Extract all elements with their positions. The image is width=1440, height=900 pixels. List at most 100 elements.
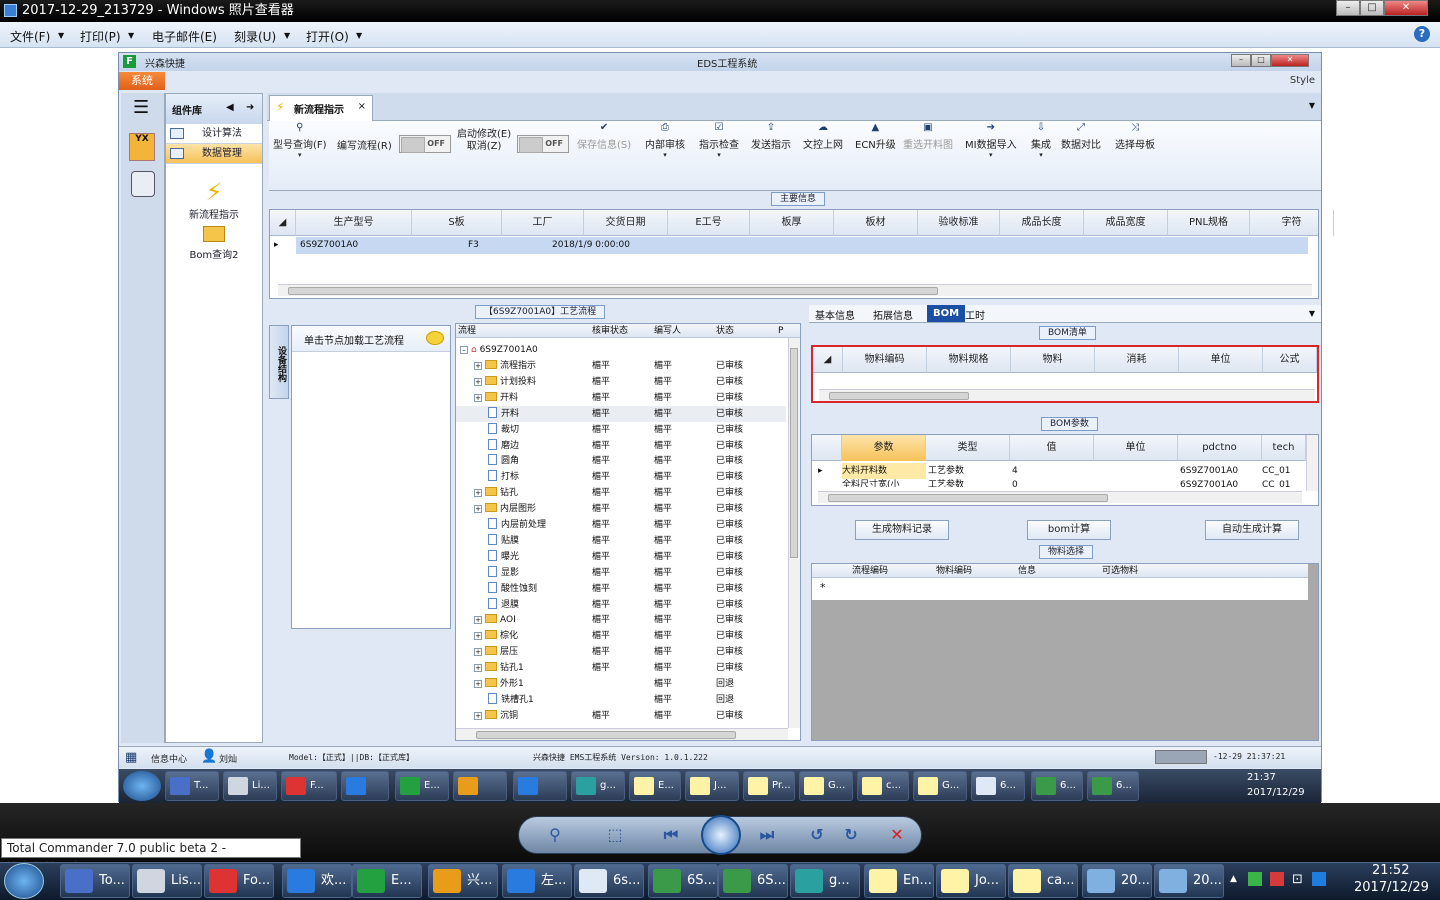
ecn-upgrade-button[interactable]: ▲ ECN升级 — [855, 123, 896, 152]
tree-row[interactable]: + 层压 楣平 楣平 已审核 — [456, 644, 786, 660]
expand-icon[interactable]: + — [474, 616, 482, 625]
tree-row[interactable]: + 流程指示 楣平 楣平 已审核 — [456, 358, 786, 374]
tree-row[interactable]: 退膜 楣平 楣平 已审核 — [456, 597, 786, 613]
type-cell[interactable]: 工艺参数 — [928, 463, 964, 479]
tree-row[interactable]: 铣槽孔1 楣平 回退 — [456, 692, 786, 708]
info-center[interactable]: 信息中心 — [151, 752, 187, 765]
col-length[interactable]: 成品长度 — [1000, 210, 1084, 236]
tree-row[interactable]: 打标 楣平 楣平 已审核 — [456, 469, 786, 485]
task-item[interactable]: 兴... — [428, 864, 498, 898]
task-item[interactable]: Jo... — [936, 864, 1006, 898]
style-menu[interactable]: Style — [1290, 75, 1315, 86]
tree-root[interactable]: – ⌂ 6S9Z7001A0 — [456, 342, 786, 358]
tech-cell[interactable]: CC_01 — [1262, 463, 1291, 479]
collapse-left-icon[interactable]: ◀ — [226, 102, 234, 113]
scroll-thumb[interactable] — [288, 287, 938, 295]
task-item[interactable]: E... — [352, 864, 422, 898]
chevron-down-icon[interactable]: ▼ — [1309, 101, 1315, 110]
menu-print[interactable]: 打印(P) — [80, 28, 121, 45]
pdctno-cell[interactable]: 6S9Z7001A0 — [1180, 479, 1238, 487]
tree-row[interactable]: + 外形1 楣平 回退 — [456, 676, 786, 692]
pdctno-cell[interactable]: 6S9Z7001A0 — [1180, 463, 1238, 479]
bom-param-hscroll[interactable] — [818, 491, 1302, 503]
col-pnl[interactable]: PNL规格 — [1168, 210, 1250, 236]
inner-task-item[interactable]: 6... — [1087, 771, 1139, 801]
col-factory[interactable]: 工厂 — [502, 210, 584, 236]
col-value[interactable]: 值 — [1010, 435, 1094, 461]
expand-icon[interactable]: + — [474, 489, 482, 498]
inner-task-item[interactable] — [513, 771, 567, 801]
inner-task-item[interactable]: E... — [629, 771, 681, 801]
eds-close-button[interactable]: ✕ — [1271, 54, 1309, 67]
chevron-down-icon[interactable]: ▼ — [284, 31, 290, 40]
expand-icon[interactable]: + — [474, 680, 482, 688]
scroll-thumb[interactable] — [828, 494, 1108, 502]
data-compare-button[interactable]: ⤢ 数据对比 — [1061, 123, 1101, 152]
task-item[interactable]: 20... — [1154, 864, 1224, 898]
col-width[interactable]: 成品宽度 — [1084, 210, 1168, 236]
value-cell[interactable]: 4 — [1012, 463, 1018, 479]
task-item[interactable]: To... — [60, 864, 130, 898]
type-cell[interactable]: 工艺参数 — [928, 479, 964, 487]
menu-burn[interactable]: 刻录(U) — [234, 28, 276, 45]
expand-icon[interactable]: + — [474, 648, 482, 657]
tab-basic-info[interactable]: 基本信息 — [815, 307, 855, 322]
tree-col-review[interactable]: 核审状态 — [592, 324, 628, 338]
menu-open[interactable]: 打开(O) — [306, 28, 349, 45]
next-icon[interactable]: ⏭ — [755, 823, 779, 847]
start-modify-button[interactable]: 启动修改(E) 取消(Z) — [457, 129, 511, 153]
col-e-id[interactable]: E工号 — [668, 210, 750, 236]
tree-col-state[interactable]: 状态 — [716, 324, 734, 338]
col-material-code[interactable]: 物料编码 — [936, 564, 972, 578]
select-mother-board-button[interactable]: ⤨ 选择母板 — [1115, 123, 1155, 152]
tray-app-icon[interactable] — [1312, 872, 1326, 886]
inner-task-item[interactable]: 6... — [1031, 771, 1083, 801]
fit-window-icon[interactable]: ⬚ — [603, 823, 627, 847]
pin-icon[interactable]: ➜ — [246, 102, 254, 113]
col-info[interactable]: 信息 — [1018, 564, 1036, 578]
task-item[interactable]: Fo... — [204, 864, 274, 898]
table-row[interactable] — [296, 237, 1308, 254]
minimize-button[interactable]: – — [1336, 0, 1360, 16]
tray-app-icon[interactable] — [1248, 872, 1262, 886]
bom-calc-button[interactable]: bom计算 — [1027, 520, 1111, 540]
bom-query-item[interactable]: Bom查询2 — [166, 226, 262, 261]
bom-param-vscroll[interactable] — [1306, 435, 1318, 491]
rotate-right-icon[interactable]: ↻ — [839, 823, 863, 847]
inner-task-item[interactable]: g... — [571, 771, 625, 801]
tree-row[interactable]: 磨边 楣平 楣平 已审核 — [456, 438, 786, 454]
expand-icon[interactable]: + — [474, 505, 482, 514]
col-type[interactable]: 类型 — [926, 435, 1010, 461]
hamburger-icon[interactable]: ☰ — [133, 99, 149, 117]
tree-row[interactable]: + 内层图形 楣平 楣平 已审核 — [456, 501, 786, 517]
tree-col-p[interactable]: P — [778, 324, 783, 338]
mi-import-button[interactable]: ➔ MI数据导入 ▾ — [965, 123, 1017, 160]
doc-online-button[interactable]: ☁ 文控上网 — [803, 123, 843, 152]
col-model[interactable]: 生产型号 — [296, 210, 412, 236]
col-acceptance[interactable]: 验收标准 — [918, 210, 1000, 236]
expand-icon[interactable]: + — [474, 711, 482, 720]
tree-row[interactable]: 贴膜 楣平 楣平 已审核 — [456, 533, 786, 549]
task-item[interactable]: ca... — [1008, 864, 1078, 898]
task-item[interactable]: 6S... — [718, 864, 788, 898]
comp-item-data-mgmt[interactable]: 数据管理 — [166, 144, 262, 164]
expand-icon[interactable]: + — [474, 377, 482, 386]
tray-app-icon[interactable] — [1270, 872, 1284, 886]
chevron-down-icon[interactable]: ▼ — [356, 31, 362, 40]
scroll-thumb[interactable] — [829, 392, 969, 400]
col-consumption[interactable]: 消耗 — [1095, 347, 1179, 373]
tab-hours[interactable]: 工时 — [965, 307, 985, 322]
tray-expand-icon[interactable]: ▲ — [1230, 874, 1237, 884]
col-material-spec[interactable]: 物料规格 — [927, 347, 1011, 373]
tab-ext-info[interactable]: 拓展信息 — [873, 307, 913, 322]
expand-icon[interactable]: + — [474, 393, 482, 402]
task-item[interactable]: 6s... — [574, 864, 644, 898]
chevron-down-icon[interactable]: ▼ — [128, 31, 134, 40]
zoom-icon[interactable]: ⚲ — [543, 823, 567, 847]
tree-row[interactable]: + 开料 楣平 楣平 已审核 — [456, 390, 786, 406]
write-flow-toggle[interactable]: OFF — [399, 135, 451, 153]
chevron-down-icon[interactable]: ▼ — [1309, 309, 1315, 318]
task-item[interactable]: 欢... — [282, 864, 352, 898]
inner-task-item[interactable]: F... — [281, 771, 337, 801]
start-button[interactable] — [4, 863, 44, 899]
